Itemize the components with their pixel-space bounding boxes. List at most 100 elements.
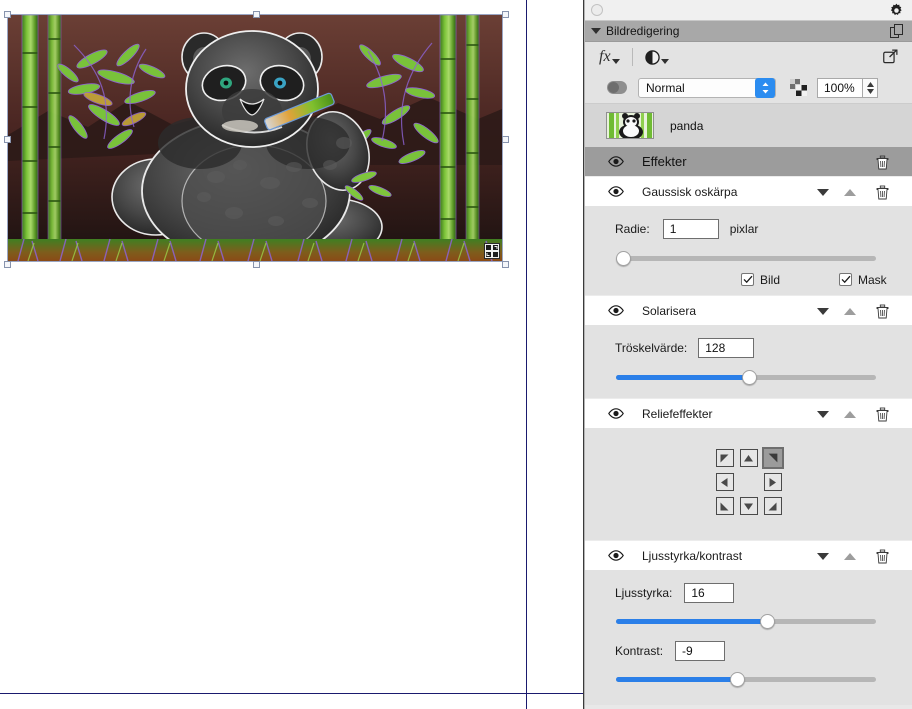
slider-thumb[interactable] [742,370,757,385]
chevron-up-icon[interactable] [844,552,856,560]
panel-window-icon[interactable] [890,24,904,39]
arrow-down-icon[interactable] [739,497,758,515]
effect-row-relief[interactable]: Reliefeffekter [585,398,912,428]
layer-row[interactable]: panda [585,104,912,147]
resize-handle-top-left[interactable] [4,11,11,18]
arrow-down-right-icon[interactable] [763,497,782,515]
arrow-up-right-icon[interactable] [761,447,784,469]
effect-body-relief [585,428,912,540]
resize-handle-middle-right[interactable] [502,136,509,143]
eye-visible-icon[interactable] [608,186,624,197]
effects-group-title: Effekter [642,154,687,169]
contrast-slider[interactable] [616,671,876,687]
relief-dir-right[interactable] [761,470,785,494]
chevron-up-icon[interactable] [844,307,856,315]
blend-mode-stepper-icon[interactable] [755,77,775,98]
transform-resize-icon[interactable] [484,243,500,259]
checkbox-bild[interactable]: Bild [741,273,780,287]
chevron-up-icon[interactable] [844,410,856,418]
threshold-slider[interactable] [616,369,876,385]
arrow-up-icon[interactable] [739,449,758,467]
trash-delete-icon[interactable] [876,185,889,200]
chevron-down-icon[interactable] [817,552,829,560]
eye-visible-icon[interactable] [608,408,624,419]
document-canvas[interactable] [0,0,584,709]
contrast-input[interactable]: -9 [675,641,726,661]
selected-image-object[interactable] [4,11,509,268]
chevron-down-icon[interactable] [817,307,829,315]
threshold-input[interactable]: 128 [698,338,755,358]
relief-dir-left[interactable] [713,470,737,494]
trash-delete-icon[interactable] [876,549,889,564]
resize-handle-bottom-center[interactable] [253,261,260,268]
panel-title-bar[interactable]: Bildredigering [585,21,912,42]
radius-label: Radie: [615,222,650,236]
blend-mode-select[interactable]: Normal [638,77,776,98]
check-icon [743,275,752,284]
resize-handle-top-center[interactable] [253,11,260,18]
effect-body-brightness-contrast: Ljusstyrka: 16 Kontrast: -9 [585,570,912,705]
eye-visible-icon[interactable] [608,156,624,167]
chevron-up-icon[interactable] [844,188,856,196]
layer-visibility-toggle[interactable] [607,81,627,94]
layer-thumbnail-panda[interactable] [606,112,654,139]
opacity-input[interactable]: 100% [817,77,863,98]
arrow-up-left-icon[interactable] [715,449,734,467]
adjustment-menu-chevron-icon[interactable] [660,58,669,64]
expand-external-icon[interactable] [883,49,898,64]
relief-dir-up[interactable] [737,446,761,470]
effect-row-brightness-contrast[interactable]: Ljusstyrka/kontrast [585,540,912,570]
gear-icon[interactable] [889,3,904,18]
relief-dir-up-right[interactable] [761,446,785,470]
fx-menu-label[interactable]: fx [599,48,611,66]
guide-horizontal[interactable] [0,693,584,694]
adjustment-half-circle-icon[interactable] [644,49,660,65]
arrow-right-icon[interactable] [763,473,782,491]
trash-delete-icon[interactable] [876,407,889,422]
checkbox-mask[interactable]: Mask [839,273,887,287]
relief-dir-down-left[interactable] [713,494,737,518]
opacity-spinner-icon[interactable] [863,77,878,98]
effect-name-solarize: Solarisera [642,303,697,318]
radius-input[interactable]: 1 [662,219,719,239]
resize-handle-middle-left[interactable] [4,136,11,143]
slider-thumb[interactable] [730,672,745,687]
resize-handle-bottom-right[interactable] [502,261,509,268]
chevron-down-icon[interactable] [817,188,829,196]
chevron-down-icon[interactable] [817,410,829,418]
relief-dir-down[interactable] [737,494,761,518]
relief-dir-center [737,470,761,494]
panel-collapse-dot[interactable] [591,4,603,16]
arrow-left-icon[interactable] [715,473,734,491]
slider-fill [616,619,768,624]
brightness-input[interactable]: 16 [684,583,735,603]
radius-slider[interactable] [616,250,876,266]
checkbox-label-mask: Mask [858,272,887,287]
fx-menu-chevron-icon[interactable] [611,58,620,64]
relief-dir-up-left[interactable] [713,446,737,470]
relief-direction-grid[interactable] [713,446,785,518]
effects-group-header[interactable]: Effekter [585,147,912,176]
resize-handle-top-right[interactable] [502,11,509,18]
guide-vertical[interactable] [526,0,527,709]
slider-track [616,256,876,261]
relief-dir-down-right[interactable] [761,494,785,518]
check-icon [841,275,851,284]
checkbox-box[interactable] [839,273,853,286]
slider-thumb[interactable] [760,614,775,629]
slider-fill [616,375,749,380]
resize-handle-bottom-left[interactable] [4,261,11,268]
trash-delete-icon[interactable] [876,155,889,170]
arrow-down-left-icon[interactable] [715,497,734,515]
checkbox-box[interactable] [741,273,754,286]
chevron-down-icon[interactable] [591,28,601,34]
brightness-slider[interactable] [616,613,876,629]
eye-visible-icon[interactable] [608,550,624,561]
layer-name: panda [670,118,704,133]
effect-row-gaussian-blur[interactable]: Gaussisk oskärpa [585,176,912,206]
effect-row-solarize[interactable]: Solarisera [585,295,912,325]
trash-delete-icon[interactable] [876,304,889,319]
opacity-checker-icon[interactable] [790,78,808,97]
eye-visible-icon[interactable] [608,305,624,316]
slider-thumb[interactable] [616,251,631,266]
